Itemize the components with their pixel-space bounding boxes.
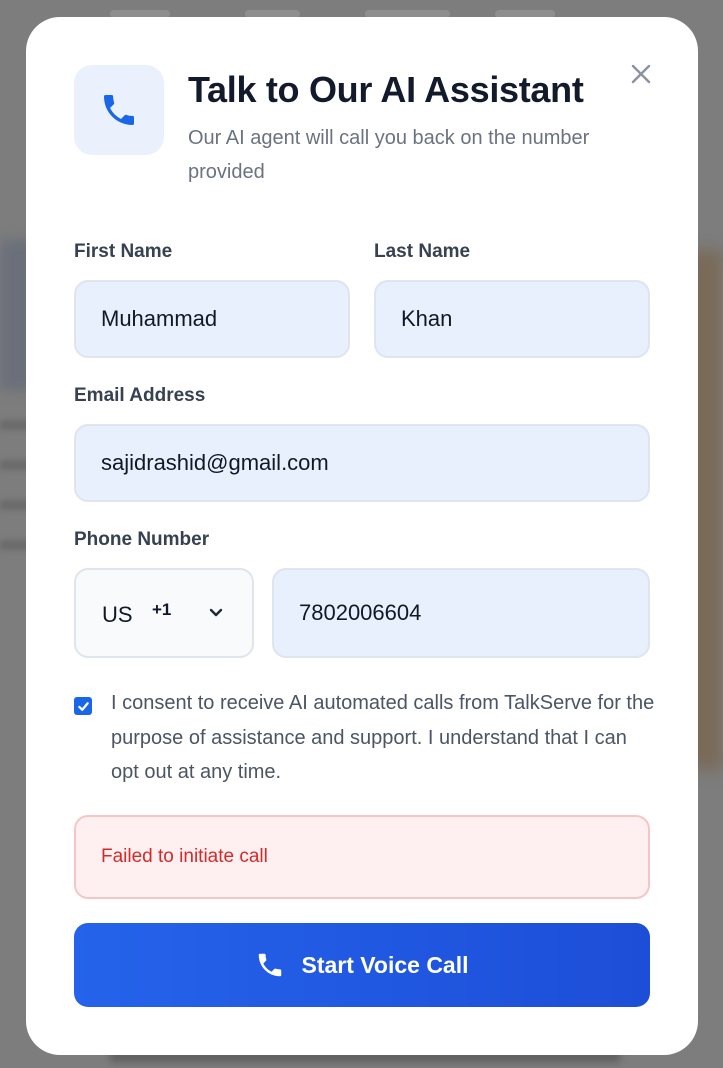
phone-number-field[interactable]: 7802006604 [272,568,650,658]
email-label: Email Address [74,385,206,406]
phone-icon [104,95,134,125]
modal-subtitle: Our AI agent will call you back on the n… [188,127,590,183]
chevron-down-icon [209,608,223,617]
email-field[interactable]: sajidrashid@gmail.com [74,424,650,502]
close-icon [631,64,651,84]
start-voice-call-label: Start Voice Call [301,951,469,978]
phone-icon [259,953,282,977]
country-code-select[interactable]: US +1 [74,568,254,658]
first-name-label: First Name [74,241,173,262]
first-name-field[interactable]: Muhammad [74,280,350,358]
last-name-value: Khan [401,306,453,331]
checkmark-icon [77,701,89,711]
phone-label: Phone Number [74,529,210,550]
consent-checkbox[interactable] [74,697,92,715]
error-alert: Failed to initiate call [74,815,650,899]
last-name-label: Last Name [374,241,471,262]
start-voice-call-button[interactable]: Start Voice Call [74,923,650,1007]
consent-text: I consent to receive AI automated calls … [111,692,655,783]
modal-title: Talk to Our AI Assistant [188,69,584,110]
dial-code: +1 [152,600,172,619]
close-button[interactable] [626,59,656,89]
country-code: US [102,602,133,627]
error-message: Failed to initiate call [101,846,268,867]
phone-number-value: 7802006604 [299,600,422,625]
email-value: sajidrashid@gmail.com [101,450,329,475]
voice-call-modal: Talk to Our AI Assistant Our AI agent wi… [26,17,698,1055]
last-name-field[interactable]: Khan [374,280,650,358]
phone-icon-badge [74,65,164,155]
first-name-value: Muhammad [101,306,218,331]
